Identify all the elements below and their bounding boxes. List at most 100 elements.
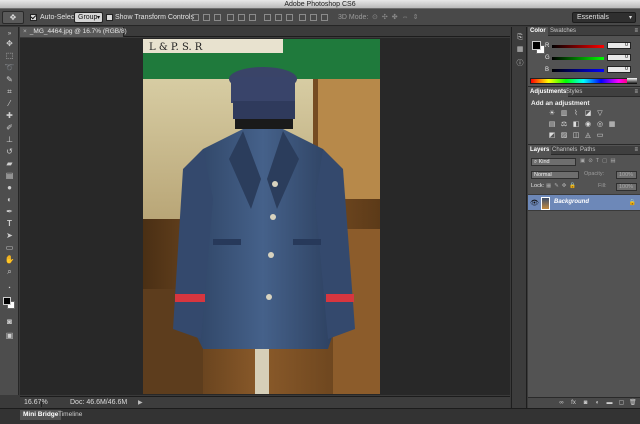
tab-swatches[interactable]: Swatches — [548, 27, 578, 36]
color-slider-r[interactable]: R 0 — [545, 42, 633, 50]
channel-value-r[interactable]: 0 — [607, 42, 631, 49]
channel-value-g[interactable]: 0 — [607, 54, 631, 61]
align-top-button[interactable] — [192, 14, 199, 21]
info-panel-icon[interactable]: ⓘ — [515, 59, 525, 68]
default-colors-icon[interactable]: ▪ — [3, 283, 16, 293]
panel-menu-icon[interactable]: ≡ — [634, 146, 638, 155]
color-slider-g[interactable]: G 0 — [545, 54, 633, 62]
layer-name[interactable]: Background — [554, 199, 589, 205]
adjustment-layer-icon[interactable]: ◐ — [594, 400, 601, 407]
path-selection-tool-icon[interactable]: ➤ — [3, 231, 16, 241]
foreground-color-swatch[interactable] — [3, 297, 11, 305]
new-group-icon[interactable]: ▬ — [606, 400, 613, 407]
auto-select-checkbox[interactable] — [30, 14, 37, 21]
levels-icon[interactable]: ▥ — [560, 110, 568, 117]
layer-filter-icons[interactable]: ▣⊘T▢▤ — [580, 158, 619, 165]
pen-tool-icon[interactable]: ✒ — [3, 207, 16, 217]
clone-stamp-tool-icon[interactable]: ⊥ — [3, 135, 16, 145]
channel-value-b[interactable]: 0 — [607, 66, 631, 73]
vibrance-icon[interactable]: ▽ — [596, 110, 604, 117]
distribute-hcenter-button[interactable] — [310, 14, 317, 21]
move-tool-icon[interactable]: ✥ — [3, 39, 16, 49]
show-transform-checkbox[interactable] — [106, 14, 113, 21]
quick-select-tool-icon[interactable]: ✎ — [3, 75, 16, 85]
fill-field[interactable]: 100% — [616, 183, 637, 191]
posterize-icon[interactable]: ▨ — [560, 132, 568, 139]
color-slider-b[interactable]: B 0 — [545, 66, 633, 74]
channel-gradient-r[interactable] — [552, 45, 604, 48]
channel-mixer-icon[interactable]: ◎ — [596, 121, 604, 128]
layer-row-background[interactable]: 👁 Background 🔒 — [528, 194, 640, 211]
shape-tool-icon[interactable]: ▭ — [3, 243, 16, 253]
document-tab[interactable]: × _MG_4464.jpg @ 16.7% (RGB/8) — [20, 27, 127, 37]
tab-adjustments[interactable]: Adjustments — [528, 88, 569, 97]
workspace-switcher[interactable]: Essentials ▾ — [572, 12, 636, 23]
align-right-button[interactable] — [249, 14, 256, 21]
lasso-tool-icon[interactable]: ➰ — [3, 63, 16, 73]
dodge-tool-icon[interactable]: ◐ — [3, 195, 16, 205]
blend-mode-dropdown[interactable]: Normal — [531, 171, 579, 179]
lock-icons[interactable]: ▦✎✥🔒 — [546, 183, 579, 190]
layer-filter-dropdown[interactable]: ⌕ Kind — [531, 158, 576, 166]
hand-tool-icon[interactable]: ✋ — [3, 255, 16, 265]
curves-icon[interactable]: ⌇ — [572, 110, 580, 117]
hue-saturation-icon[interactable]: ▤ — [548, 121, 556, 128]
close-icon[interactable]: × — [23, 28, 27, 35]
tab-timeline[interactable]: Timeline — [55, 410, 85, 420]
selective-color-icon[interactable]: ◬ — [584, 132, 592, 139]
gradient-map-icon[interactable]: ▭ — [596, 132, 604, 139]
align-bottom-button[interactable] — [214, 14, 221, 21]
color-lookup-icon[interactable]: ▦ — [608, 121, 616, 128]
align-vcenter-button[interactable] — [203, 14, 210, 21]
crop-tool-icon[interactable]: ⌗ — [3, 87, 16, 97]
color-fg-swatch[interactable] — [532, 41, 541, 50]
opacity-field[interactable]: 100% — [616, 171, 637, 179]
layer-style-icon[interactable]: fx — [570, 400, 577, 407]
eraser-tool-icon[interactable]: ▰ — [3, 159, 16, 169]
tab-paths[interactable]: Paths — [578, 146, 597, 155]
history-panel-icon[interactable]: ⎘ — [515, 33, 525, 42]
channel-gradient-g[interactable] — [552, 57, 604, 60]
panel-menu-icon[interactable]: ≡ — [634, 27, 638, 36]
distribute-vcenter-button[interactable] — [275, 14, 282, 21]
blur-tool-icon[interactable]: ● — [3, 183, 16, 193]
canvas-area[interactable]: L & P. S. R — [20, 38, 510, 395]
type-tool-icon[interactable]: T — [3, 219, 16, 229]
marquee-tool-icon[interactable]: ⬚ — [3, 51, 16, 61]
move-tool-preset-button[interactable]: ✥ — [2, 11, 24, 24]
properties-panel-icon[interactable]: ▦ — [515, 45, 525, 54]
align-hcenter-button[interactable] — [238, 14, 245, 21]
brush-tool-icon[interactable]: ✐ — [3, 123, 16, 133]
distribute-top-button[interactable] — [264, 14, 271, 21]
screen-mode-icon[interactable]: ▣ — [3, 331, 16, 341]
3d-mode-icons[interactable]: ⊙✣✤⇔⇕ — [372, 13, 422, 22]
brightness-contrast-icon[interactable]: ☀ — [548, 110, 556, 117]
tab-color[interactable]: Color — [528, 27, 548, 36]
tab-layers[interactable]: Layers — [528, 146, 552, 155]
quick-mask-icon[interactable]: ◙ — [3, 317, 16, 327]
auto-select-dropdown[interactable]: Group ▾ — [74, 12, 103, 23]
distribute-bottom-button[interactable] — [286, 14, 293, 21]
color-spectrum-bar[interactable] — [530, 78, 637, 84]
gradient-tool-icon[interactable]: ▤ — [3, 171, 16, 181]
zoom-tool-icon[interactable]: ⌕ — [3, 267, 16, 277]
channel-gradient-b[interactable] — [552, 69, 604, 72]
link-layers-icon[interactable]: ∞ — [558, 400, 565, 407]
collapse-panel-icon[interactable]: » — [3, 29, 16, 39]
black-white-icon[interactable]: ◧ — [572, 121, 580, 128]
eyedropper-tool-icon[interactable]: ⁄ — [3, 99, 16, 109]
invert-icon[interactable]: ◩ — [548, 132, 556, 139]
new-layer-icon[interactable]: ▢ — [618, 400, 625, 407]
trash-icon[interactable]: 🗑 — [629, 400, 637, 407]
align-left-button[interactable] — [227, 14, 234, 21]
tab-styles[interactable]: Styles — [564, 88, 584, 97]
panel-menu-icon[interactable]: ≡ — [634, 88, 638, 97]
photo-filter-icon[interactable]: ◉ — [584, 121, 592, 128]
history-brush-tool-icon[interactable]: ↺ — [3, 147, 16, 157]
exposure-icon[interactable]: ◪ — [584, 110, 592, 117]
distribute-right-button[interactable] — [321, 14, 328, 21]
eye-icon[interactable]: 👁 — [530, 199, 539, 207]
distribute-left-button[interactable] — [299, 14, 306, 21]
color-balance-icon[interactable]: ⚖ — [560, 121, 568, 128]
threshold-icon[interactable]: ◫ — [572, 132, 580, 139]
